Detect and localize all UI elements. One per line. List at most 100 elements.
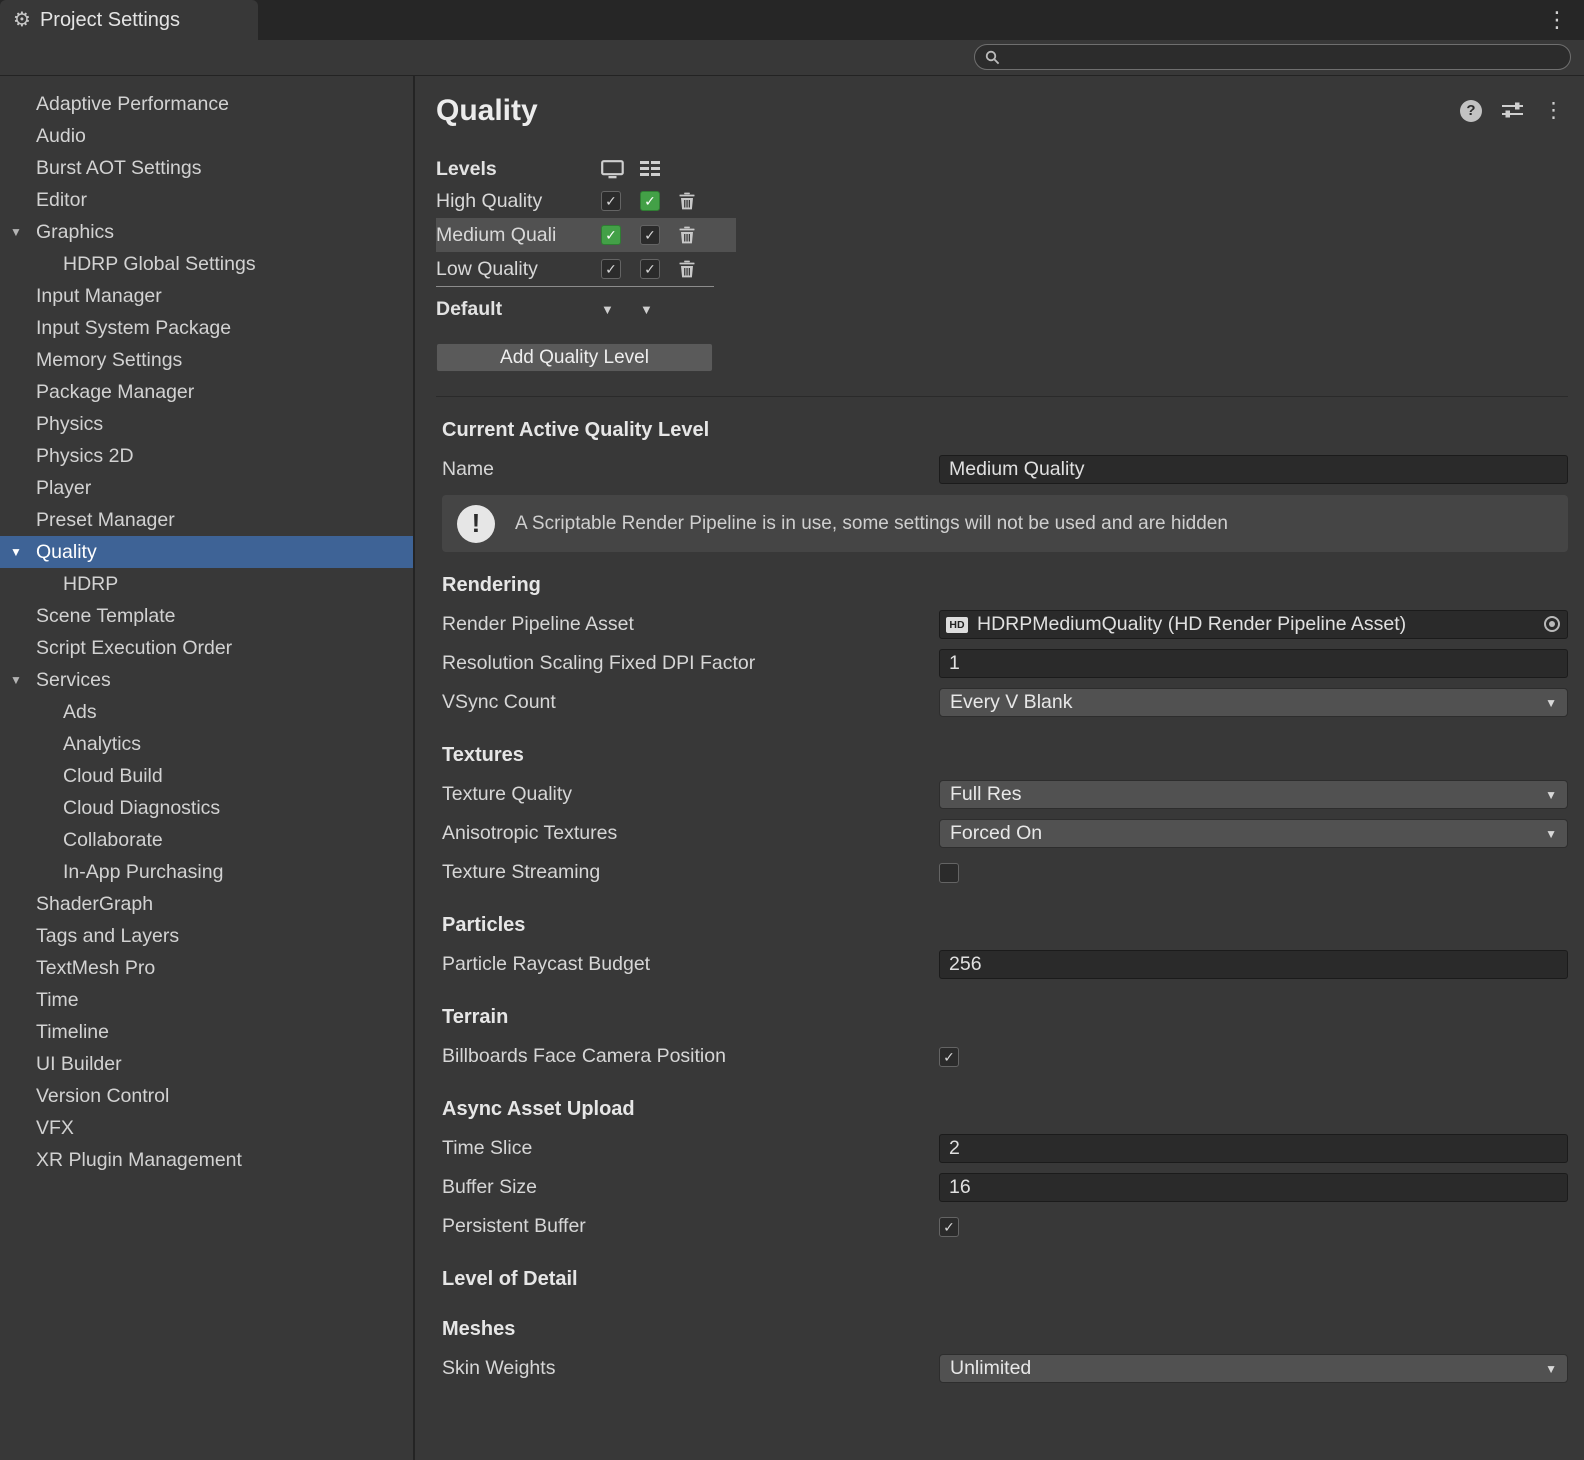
sidebar-item-input-system-package[interactable]: Input System Package — [0, 312, 413, 344]
sidebar-item-label: Cloud Diagnostics — [63, 797, 220, 819]
particle-raycast-budget-label: Particle Raycast Budget — [442, 953, 939, 976]
sidebar-item-label: Ads — [63, 701, 97, 723]
anisotropic-textures-dropdown[interactable]: Forced On▼ — [939, 819, 1568, 848]
sidebar-item-burst-aot-settings[interactable]: Burst AOT Settings — [0, 152, 413, 184]
sidebar-item-hdrp-global-settings[interactable]: HDRP Global Settings — [0, 248, 413, 280]
sidebar-item-cloud-build[interactable]: Cloud Build — [0, 760, 413, 792]
name-field[interactable]: Medium Quality — [939, 455, 1568, 484]
chevron-down-icon: ▼ — [1545, 1362, 1557, 1376]
sidebar-item-in-app-purchasing[interactable]: In-App Purchasing — [0, 856, 413, 888]
texture-quality-dropdown[interactable]: Full Res▼ — [939, 780, 1568, 809]
sidebar-item-scene-template[interactable]: Scene Template — [0, 600, 413, 632]
quality-level-row-low-quality[interactable]: Low Quality✓✓ — [436, 252, 736, 286]
sidebar-item-time[interactable]: Time — [0, 984, 413, 1016]
vsync-count-label: VSync Count — [442, 691, 939, 714]
sidebar-item-hdrp[interactable]: HDRP — [0, 568, 413, 600]
delete-level-button[interactable] — [679, 192, 695, 210]
billboards-face-camera-position-checkbox[interactable]: ✓ — [939, 1047, 959, 1067]
tab-project-settings[interactable]: ⚙ Project Settings — [0, 0, 258, 40]
default-dropdown-caret-icon[interactable]: ▼ — [601, 302, 640, 317]
platform-checkbox[interactable]: ✓ — [640, 259, 660, 279]
sidebar-item-package-manager[interactable]: Package Manager — [0, 376, 413, 408]
sidebar-item-audio[interactable]: Audio — [0, 120, 413, 152]
sidebar-item-label: Time — [36, 989, 79, 1011]
sidebar-item-editor[interactable]: Editor — [0, 184, 413, 216]
sidebar-item-label: In-App Purchasing — [63, 861, 223, 883]
sidebar-item-label: Collaborate — [63, 829, 163, 851]
sidebar-item-quality[interactable]: ▼Quality — [0, 536, 413, 568]
platform-checkbox[interactable]: ✓ — [601, 191, 621, 211]
sidebar-item-label: HDRP Global Settings — [63, 253, 256, 275]
resolution-scaling-fixed-dpi-factor-field[interactable]: 1 — [939, 649, 1568, 678]
foldout-arrow-icon[interactable]: ▼ — [10, 536, 22, 568]
sidebar-item-label: Tags and Layers — [36, 925, 179, 947]
window-kebab-icon[interactable]: ⋮ — [1546, 7, 1568, 33]
platform-grid-icon — [640, 160, 679, 178]
sidebar-item-textmesh-pro[interactable]: TextMesh Pro — [0, 952, 413, 984]
setting-row-persistent-buffer: Persistent Buffer✓ — [442, 1207, 1568, 1246]
sidebar-item-version-control[interactable]: Version Control — [0, 1080, 413, 1112]
default-dropdown-caret-icon[interactable]: ▼ — [640, 302, 679, 317]
sidebar-item-label: Player — [36, 477, 91, 499]
delete-level-button[interactable] — [679, 260, 695, 278]
sidebar-item-physics[interactable]: Physics — [0, 408, 413, 440]
sidebar-item-timeline[interactable]: Timeline — [0, 1016, 413, 1048]
chevron-down-icon: ▼ — [1545, 827, 1557, 841]
resolution-scaling-fixed-dpi-factor-label: Resolution Scaling Fixed DPI Factor — [442, 652, 939, 675]
divider — [436, 396, 1568, 397]
render-pipeline-asset-object-field[interactable]: HDHDRPMediumQuality (HD Render Pipeline … — [939, 610, 1568, 639]
sidebar-item-player[interactable]: Player — [0, 472, 413, 504]
skin-weights-dropdown[interactable]: Unlimited▼ — [939, 1354, 1568, 1383]
sidebar-item-preset-manager[interactable]: Preset Manager — [0, 504, 413, 536]
project-settings-window: ⚙ Project Settings ⋮ Adaptive Performanc… — [0, 0, 1584, 1460]
sidebar-item-services[interactable]: ▼Services — [0, 664, 413, 696]
foldout-arrow-icon[interactable]: ▼ — [10, 664, 22, 696]
sidebar-item-physics-2d[interactable]: Physics 2D — [0, 440, 413, 472]
quality-level-row-high-quality[interactable]: High Quality✓✓ — [436, 184, 736, 218]
buffer-size-field[interactable]: 16 — [939, 1173, 1568, 1202]
platform-checkbox[interactable]: ✓ — [640, 191, 660, 211]
search-input[interactable] — [1007, 47, 1560, 67]
sidebar-item-xr-plugin-management[interactable]: XR Plugin Management — [0, 1144, 413, 1176]
platform-checkbox[interactable]: ✓ — [601, 225, 621, 245]
panel-kebab-icon[interactable]: ⋮ — [1543, 98, 1564, 123]
sidebar-item-adaptive-performance[interactable]: Adaptive Performance — [0, 88, 413, 120]
sidebar-item-tags-and-layers[interactable]: Tags and Layers — [0, 920, 413, 952]
sidebar-item-label: Adaptive Performance — [36, 93, 229, 115]
sidebar-item-label: Input Manager — [36, 285, 162, 307]
particle-raycast-budget-field[interactable]: 256 — [939, 950, 1568, 979]
help-icon[interactable]: ? — [1460, 100, 1482, 122]
add-quality-level-button[interactable]: Add Quality Level — [436, 343, 713, 372]
object-field-value: HDRPMediumQuality (HD Render Pipeline As… — [977, 613, 1406, 636]
platform-checkbox[interactable]: ✓ — [601, 259, 621, 279]
section-heading-current-active-quality-level: Current Active Quality Level — [442, 413, 1568, 447]
chevron-down-icon: ▼ — [1545, 788, 1557, 802]
sidebar-item-analytics[interactable]: Analytics — [0, 728, 413, 760]
sidebar-item-ads[interactable]: Ads — [0, 696, 413, 728]
sidebar-item-script-execution-order[interactable]: Script Execution Order — [0, 632, 413, 664]
sidebar-item-label: Editor — [36, 189, 87, 211]
sidebar-item-label: Cloud Build — [63, 765, 163, 787]
sidebar-item-label: Physics — [36, 413, 103, 435]
levels-rows: High Quality✓✓Medium Quali✓✓Low Quality✓… — [436, 184, 714, 287]
sidebar-item-cloud-diagnostics[interactable]: Cloud Diagnostics — [0, 792, 413, 824]
delete-level-button[interactable] — [679, 226, 695, 244]
quality-panel: Quality ? ⋮ Levels — [415, 76, 1584, 1460]
time-slice-field[interactable]: 2 — [939, 1134, 1568, 1163]
search-box[interactable] — [974, 44, 1571, 70]
platform-checkbox[interactable]: ✓ — [640, 225, 660, 245]
vsync-count-dropdown[interactable]: Every V Blank▼ — [939, 688, 1568, 717]
sidebar-item-vfx[interactable]: VFX — [0, 1112, 413, 1144]
sidebar-item-shadergraph[interactable]: ShaderGraph — [0, 888, 413, 920]
sidebar-item-memory-settings[interactable]: Memory Settings — [0, 344, 413, 376]
object-picker-icon[interactable] — [1544, 616, 1560, 632]
quality-level-row-medium-quali[interactable]: Medium Quali✓✓ — [436, 218, 736, 252]
presets-icon[interactable] — [1501, 100, 1524, 121]
foldout-arrow-icon[interactable]: ▼ — [10, 216, 22, 248]
sidebar-item-ui-builder[interactable]: UI Builder — [0, 1048, 413, 1080]
sidebar-item-input-manager[interactable]: Input Manager — [0, 280, 413, 312]
sidebar-item-collaborate[interactable]: Collaborate — [0, 824, 413, 856]
persistent-buffer-checkbox[interactable]: ✓ — [939, 1217, 959, 1237]
sidebar-item-graphics[interactable]: ▼Graphics — [0, 216, 413, 248]
texture-streaming-checkbox[interactable] — [939, 863, 959, 883]
